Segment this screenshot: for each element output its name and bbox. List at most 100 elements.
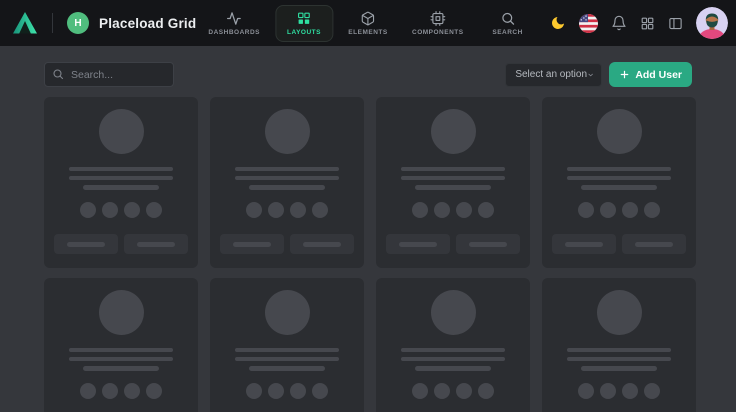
- dots-placeholder: [246, 202, 328, 218]
- text-line-placeholder: [249, 185, 325, 190]
- text-line-placeholder: [235, 167, 339, 172]
- dot-placeholder: [102, 383, 118, 399]
- placeload-card: [44, 97, 198, 268]
- dot-placeholder: [312, 383, 328, 399]
- nav-item-label: COMPONENTS: [412, 29, 464, 36]
- button-bar-placeholder: [67, 242, 105, 247]
- brand-avatar[interactable]: H: [67, 12, 89, 34]
- search-icon: [52, 68, 64, 80]
- avatar-placeholder: [99, 109, 144, 154]
- text-line-placeholder: [415, 185, 491, 190]
- avatar-placeholder: [99, 290, 144, 335]
- dot-placeholder: [268, 202, 284, 218]
- dots-placeholder: [578, 383, 660, 399]
- text-line-placeholder: [581, 185, 657, 190]
- text-line-placeholder: [69, 167, 173, 172]
- button-bar-placeholder: [233, 242, 271, 247]
- dot-placeholder: [600, 383, 616, 399]
- button-placeholder[interactable]: [54, 234, 118, 254]
- plus-icon: [619, 69, 630, 80]
- dot-placeholder: [434, 202, 450, 218]
- nav-item-components[interactable]: COMPONENTS: [403, 5, 473, 42]
- dot-placeholder: [290, 202, 306, 218]
- brand: H Placeload Grid: [12, 10, 196, 36]
- language-flag-us-icon[interactable]: [579, 14, 598, 33]
- placeload-card: [376, 97, 530, 268]
- nav-item-search[interactable]: SEARCH: [479, 5, 537, 42]
- toolbar: Select an option Add User: [44, 62, 692, 87]
- button-bar-placeholder: [399, 242, 437, 247]
- dot-placeholder: [412, 202, 428, 218]
- top-navbar: H Placeload Grid DASHBOARDS LAYOUTS: [0, 0, 736, 46]
- text-line-placeholder: [401, 348, 505, 353]
- nav-item-layouts[interactable]: LAYOUTS: [275, 5, 333, 42]
- avatar-placeholder: [265, 109, 310, 154]
- dot-placeholder: [124, 383, 140, 399]
- button-placeholder[interactable]: [220, 234, 284, 254]
- dot-placeholder: [644, 202, 660, 218]
- add-user-button[interactable]: Add User: [609, 62, 692, 87]
- nav-item-label: LAYOUTS: [287, 29, 321, 36]
- buttons-placeholder: [552, 234, 686, 254]
- button-placeholder[interactable]: [124, 234, 188, 254]
- text-line-placeholder: [401, 357, 505, 362]
- nav-item-dashboards[interactable]: DASHBOARDS: [199, 5, 269, 42]
- button-placeholder[interactable]: [456, 234, 520, 254]
- search-box: [44, 62, 174, 87]
- dot-placeholder: [268, 383, 284, 399]
- apps-grid-icon[interactable]: [640, 16, 655, 31]
- text-line-placeholder: [235, 348, 339, 353]
- buttons-placeholder: [220, 234, 354, 254]
- nav-item-elements[interactable]: ELEMENTS: [339, 5, 397, 42]
- text-line-placeholder: [415, 366, 491, 371]
- dot-placeholder: [478, 202, 494, 218]
- dot-placeholder: [622, 202, 638, 218]
- text-line-placeholder: [249, 366, 325, 371]
- main-nav: DASHBOARDS LAYOUTS ELEMENTS: [199, 0, 536, 46]
- text-line-placeholder: [83, 366, 159, 371]
- dot-placeholder: [80, 383, 96, 399]
- avatar-placeholder: [265, 290, 310, 335]
- button-placeholder[interactable]: [290, 234, 354, 254]
- card-grid: [44, 97, 692, 412]
- activity-icon: [227, 11, 242, 26]
- button-bar-placeholder: [565, 242, 603, 247]
- placeload-card: [542, 278, 696, 412]
- notifications-bell-icon[interactable]: [611, 15, 627, 31]
- text-line-placeholder: [401, 176, 505, 181]
- text-line-placeholder: [567, 357, 671, 362]
- dots-placeholder: [80, 383, 162, 399]
- button-placeholder[interactable]: [622, 234, 686, 254]
- placeload-card: [542, 97, 696, 268]
- placeload-card: [210, 278, 364, 412]
- text-line-placeholder: [83, 185, 159, 190]
- dark-mode-moon-icon[interactable]: [550, 15, 566, 31]
- text-line-placeholder: [69, 357, 173, 362]
- text-line-placeholder: [69, 176, 173, 181]
- text-line-placeholder: [69, 348, 173, 353]
- app-logo-icon[interactable]: [12, 10, 38, 36]
- text-line-placeholder: [401, 167, 505, 172]
- button-placeholder[interactable]: [552, 234, 616, 254]
- dots-placeholder: [246, 383, 328, 399]
- select-value: Select an option: [515, 69, 587, 80]
- header-actions: [550, 7, 728, 39]
- dot-placeholder: [622, 383, 638, 399]
- button-bar-placeholder: [469, 242, 507, 247]
- cpu-icon: [430, 11, 445, 26]
- buttons-placeholder: [386, 234, 520, 254]
- dot-placeholder: [80, 202, 96, 218]
- text-line-placeholder: [567, 176, 671, 181]
- nav-item-label: ELEMENTS: [348, 29, 387, 36]
- dot-placeholder: [246, 202, 262, 218]
- option-select[interactable]: Select an option: [505, 63, 602, 87]
- dots-placeholder: [412, 383, 494, 399]
- text-line-placeholder: [567, 167, 671, 172]
- dot-placeholder: [578, 383, 594, 399]
- button-placeholder[interactable]: [386, 234, 450, 254]
- chevron-down-icon: [587, 70, 594, 80]
- user-avatar[interactable]: [696, 7, 728, 39]
- sidebar-panel-icon[interactable]: [668, 16, 683, 31]
- nav-item-label: SEARCH: [492, 29, 522, 36]
- avatar-placeholder: [597, 290, 642, 335]
